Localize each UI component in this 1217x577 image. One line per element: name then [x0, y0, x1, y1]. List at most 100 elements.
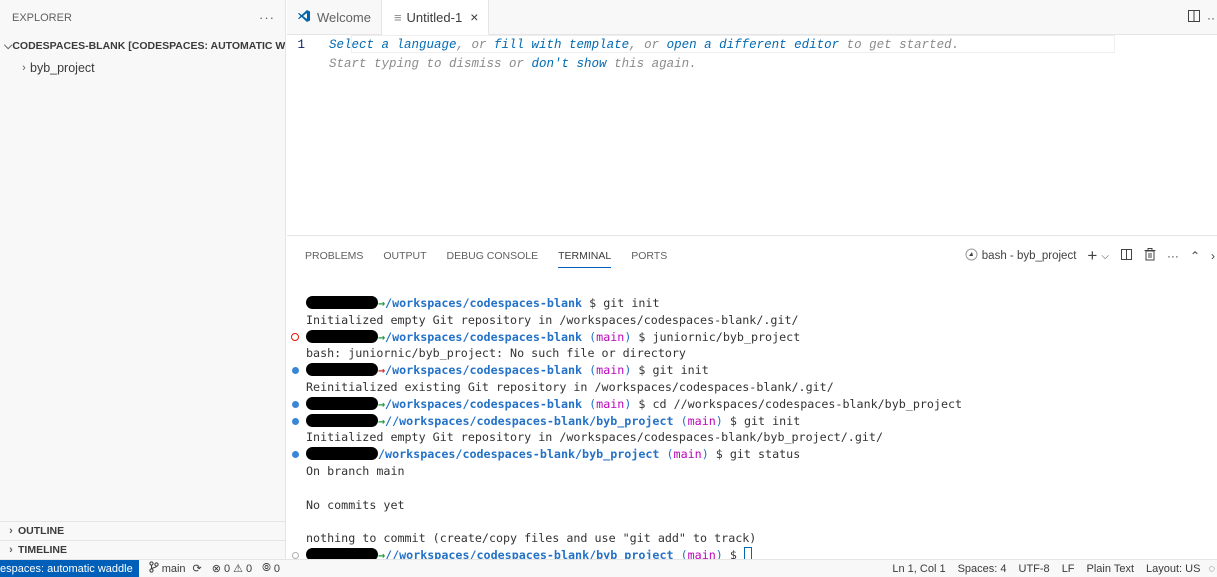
terminal-shell-selector[interactable]: bash - byb_project	[965, 248, 1077, 264]
explorer-title: EXPLORER	[12, 11, 72, 24]
file-lines-icon: ≡	[393, 9, 402, 25]
terminal-line: No commits yet	[287, 497, 1217, 514]
paren: (	[582, 329, 597, 344]
bottom-panel: PROBLEMS OUTPUT DEBUG CONSOLE TERMINAL P…	[287, 235, 1217, 562]
close-icon[interactable]: ×	[470, 9, 478, 25]
trash-icon[interactable]	[1144, 248, 1156, 264]
problems-indicator[interactable]: ⊗ 0 ⚠ 0	[207, 562, 257, 576]
command-decoration[interactable]	[292, 367, 299, 375]
paren: (	[582, 363, 597, 378]
workspace-root[interactable]: ⌵ CODESPACES-BLANK [CODESPACES: AUTOMATI…	[0, 35, 285, 57]
paren: (	[582, 396, 597, 411]
ports-indicator[interactable]: ⦾ 0	[257, 562, 285, 575]
tab-debug-console[interactable]: DEBUG CONSOLE	[447, 236, 539, 276]
terminal-line: →//workspaces/codespaces-blank/byb_proje…	[287, 413, 1217, 430]
shell-label: bash - byb_project	[981, 250, 1077, 262]
dont-show-link[interactable]: don't show	[532, 57, 607, 71]
end-of-line[interactable]: LF	[1056, 563, 1081, 575]
terminal-line: On branch main	[287, 463, 1217, 480]
command-decoration[interactable]	[292, 551, 299, 559]
vscode-icon	[297, 9, 311, 26]
terminal-line: /workspaces/codespaces-blank/byb_project…	[287, 446, 1217, 463]
terminal-output-text: Initialized empty Git repository in /wor…	[306, 312, 799, 327]
terminal-output[interactable]: →/workspaces/codespaces-blank $ git init…	[287, 295, 1217, 564]
folder-byb-project[interactable]: › byb_project	[0, 57, 285, 79]
prompt-path: /workspaces/codespaces-blank/byb_project	[378, 447, 660, 462]
outline-label: OUTLINE	[18, 525, 65, 537]
chevron-down-icon: ⌵	[4, 39, 13, 52]
remote-indicator[interactable]: espaces: automatic waddle	[0, 559, 139, 577]
command-decoration[interactable]	[292, 400, 299, 408]
indentation[interactable]: Spaces: 4	[952, 563, 1013, 575]
prompt-command: $ git status	[708, 447, 801, 462]
terminal-output-text: Reinitialized existing Git repository in…	[306, 379, 834, 394]
command-decoration[interactable]	[292, 417, 299, 425]
more-actions-icon[interactable]: ··	[1207, 11, 1215, 25]
tab-welcome-label: Welcome	[317, 10, 371, 25]
chevron-down-icon[interactable]: ⌵	[1101, 251, 1109, 262]
sync-icon[interactable]: ⟳	[193, 562, 202, 575]
tab-terminal[interactable]: TERMINAL	[558, 236, 612, 276]
warning-count: 0	[245, 562, 253, 575]
tab-actions: ··	[1187, 0, 1217, 35]
prompt-path: /workspaces/codespaces-blank	[385, 296, 583, 310]
folder-label: byb_project	[30, 61, 95, 75]
split-editor-icon[interactable]	[1187, 9, 1201, 26]
prompt-command: $ git init	[631, 363, 709, 378]
terminal-output-text: bash: juniornic/byb_project: No such fil…	[306, 346, 686, 361]
current-line-highlight	[351, 35, 1115, 53]
paren: )	[701, 447, 709, 462]
close-panel-icon[interactable]: ›	[1211, 249, 1215, 263]
editor-area[interactable]: 1 Select a language, or fill with templa…	[287, 35, 1217, 235]
branch-name: main	[161, 562, 186, 575]
tab-problems[interactable]: PROBLEMS	[305, 236, 363, 276]
chevron-right-icon: ›	[9, 525, 13, 537]
tab-untitled-1[interactable]: ≡ Untitled-1 ×	[381, 0, 490, 35]
tab-ports[interactable]: PORTS	[631, 236, 667, 276]
language-mode[interactable]: Plain Text	[1081, 563, 1141, 575]
tab-untitled-label: Untitled-1	[406, 9, 463, 25]
redaction-mark	[306, 447, 378, 461]
prompt-branch: main	[596, 363, 625, 378]
ellipsis-icon[interactable]: ···	[259, 10, 275, 25]
encoding[interactable]: UTF-8	[1013, 563, 1056, 575]
outline-section[interactable]: › OUTLINE	[0, 521, 285, 540]
ellipsis-icon[interactable]: ···	[1167, 249, 1179, 263]
prompt-branch: main	[596, 329, 625, 344]
paren: (	[673, 413, 688, 428]
terminal-line: →/workspaces/codespaces-blank (main) $ c…	[287, 396, 1217, 413]
prompt-arrow-icon: →	[378, 329, 386, 344]
split-terminal-icon[interactable]	[1120, 248, 1133, 264]
command-error-decoration[interactable]	[291, 332, 299, 341]
workspace-label: CODESPACES-BLANK [CODESPACES: AUTOMATIC …	[12, 40, 285, 52]
prompt-command: $ git init	[722, 413, 801, 428]
command-decoration[interactable]	[292, 451, 299, 459]
paren: (	[659, 447, 674, 462]
terminal-line: →/workspaces/codespaces-blank (main) $ g…	[287, 362, 1217, 379]
tab-output[interactable]: OUTPUT	[383, 236, 426, 276]
keyboard-layout[interactable]: Layout: US	[1140, 563, 1206, 575]
chevron-right-icon: ›	[9, 544, 13, 556]
cursor-position[interactable]: Ln 1, Col 1	[886, 563, 951, 575]
panel-actions: bash - byb_project + ⌵ ··· ⌃ ›	[965, 236, 1215, 276]
branch-indicator[interactable]: main ⟳	[139, 561, 207, 576]
chevron-right-icon: ›	[22, 62, 26, 74]
redaction-mark	[306, 413, 378, 427]
timeline-label: TIMELINE	[18, 544, 67, 556]
hint-text: Start typing to dismiss or	[329, 56, 532, 71]
warning-icon: ⚠	[233, 563, 243, 575]
editor-tab-bar: Welcome ≡ Untitled-1 × ··	[287, 0, 1217, 35]
prompt-arrow-icon: →	[378, 296, 386, 310]
notifications-icon[interactable]: ◌	[1206, 563, 1217, 575]
broadcast-icon: ⦾	[262, 562, 271, 574]
dismiss-hint: Start typing to dismiss or don't show th…	[329, 57, 697, 71]
prompt-path: /workspaces/codespaces-blank	[385, 363, 583, 378]
new-terminal-icon[interactable]: +	[1087, 246, 1097, 266]
chevron-up-icon[interactable]: ⌃	[1190, 249, 1200, 263]
tab-welcome[interactable]: Welcome	[287, 0, 382, 35]
sidebar-bottom-sections: › OUTLINE › TIMELINE	[0, 521, 285, 559]
terminal-line: Initialized empty Git repository in /wor…	[287, 312, 1217, 329]
timeline-section[interactable]: › TIMELINE	[0, 540, 285, 559]
git-branch-icon	[149, 561, 159, 576]
